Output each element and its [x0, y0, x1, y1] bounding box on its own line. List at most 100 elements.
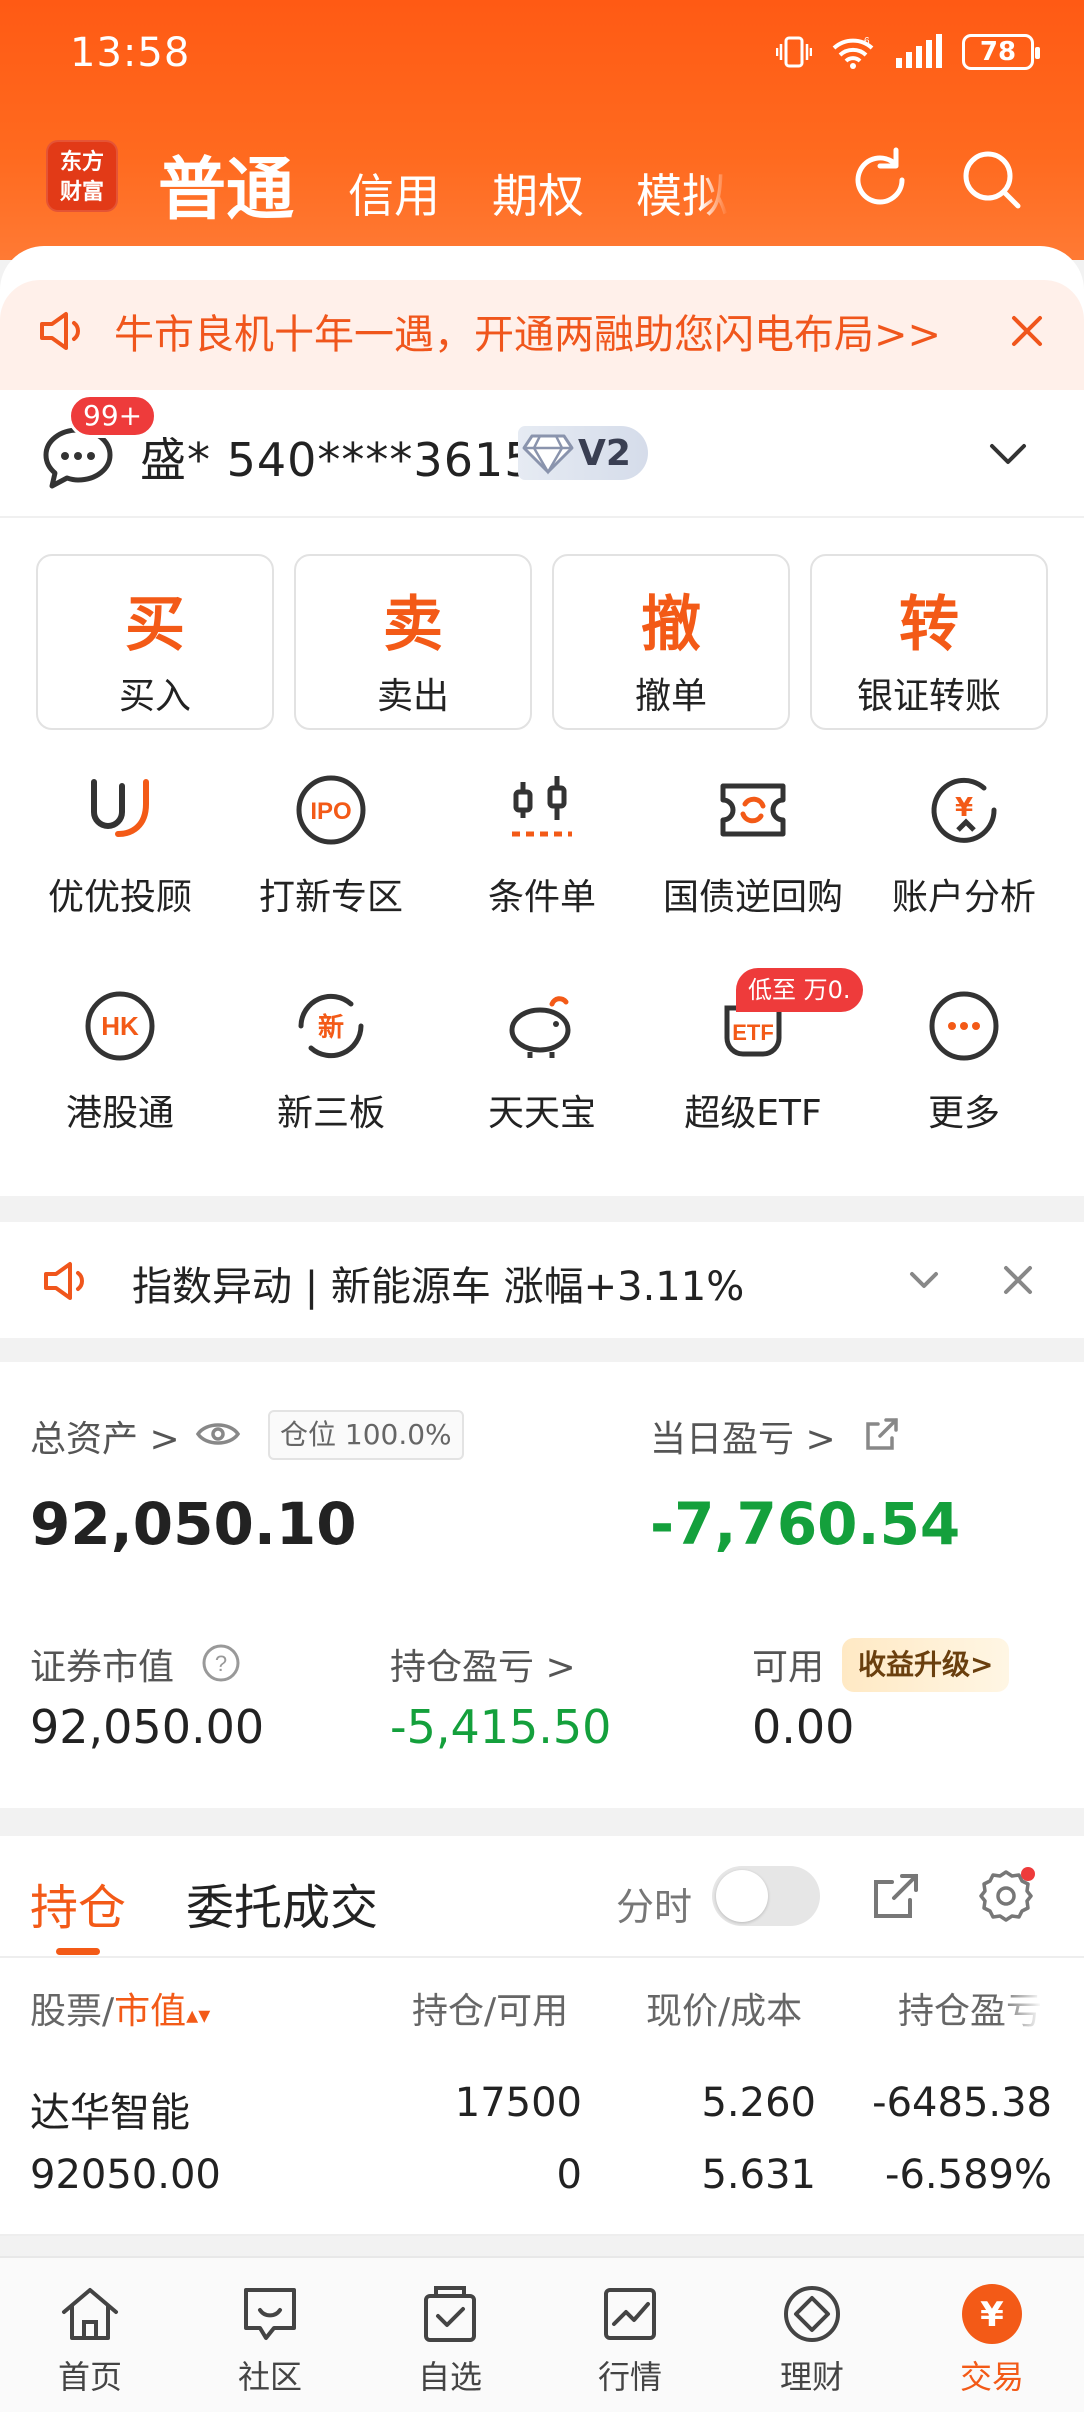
- position-ratio-pill: 仓位 100.0%: [268, 1410, 464, 1460]
- nav-watchlist[interactable]: 自选: [390, 2280, 510, 2398]
- grid-item-piggy-bank[interactable]: 天天宝: [437, 978, 647, 1136]
- intraday-label: 分时: [616, 1885, 693, 1929]
- close-icon[interactable]: [1002, 306, 1052, 356]
- stock-available: 0: [556, 2152, 582, 2198]
- total-assets-label[interactable]: 总资产 >: [30, 1410, 180, 1462]
- close-icon[interactable]: [996, 1258, 1040, 1302]
- available-label: 可用: [752, 1647, 825, 1688]
- app-header: 13:58 6 78 东方 财富 普通 信用 期权 模拟: [0, 0, 1084, 260]
- grid-item-youyou[interactable]: 优优投顾: [15, 762, 225, 920]
- status-time: 13:58: [70, 30, 191, 76]
- index-alert-bar[interactable]: 指数异动 | 新能源车 涨幅+3.11%: [0, 1222, 1084, 1338]
- market-value-label: 证券市值: [30, 1647, 175, 1688]
- speaker-icon: [40, 1254, 94, 1308]
- market-icon: [596, 2280, 664, 2348]
- intraday-toggle[interactable]: [712, 1866, 820, 1926]
- share-icon[interactable]: [868, 1868, 924, 1928]
- gear-icon[interactable]: [976, 1866, 1036, 1930]
- repo-icon: [705, 762, 801, 858]
- divider: [0, 1956, 1084, 1958]
- holdings-section: 持仓 委托成交 分时 股票/市值▴▾ 持仓/可用 现价/成本 持仓盈亏 达华智能…: [0, 1836, 1084, 2236]
- tab-simulated[interactable]: 模拟: [636, 160, 728, 226]
- col-header-stock[interactable]: 股票/市值▴▾: [30, 1982, 210, 2034]
- promo-text[interactable]: 牛市良机十年一遇，开通两融助您闪电布局>>: [114, 302, 941, 360]
- buy-button[interactable]: 买 买入: [36, 554, 274, 730]
- nav-market[interactable]: 行情: [570, 2280, 690, 2398]
- account-type-nav: 东方 财富 普通 信用 期权 模拟: [0, 120, 1084, 240]
- grid-item-ipo[interactable]: IPO 打新专区: [226, 762, 436, 920]
- share-icon[interactable]: [862, 1414, 902, 1458]
- tab-credit[interactable]: 信用: [348, 160, 440, 226]
- alert-text[interactable]: 指数异动 | 新能源车 涨幅+3.11%: [132, 1254, 744, 1312]
- chevron-down-icon[interactable]: [986, 436, 1030, 472]
- more-icon: [916, 978, 1012, 1074]
- wealth-icon: [778, 2280, 846, 2348]
- nav-home[interactable]: 首页: [30, 2280, 150, 2398]
- trade-icon: ¥: [958, 2280, 1026, 2348]
- stock-price: 5.260: [701, 2080, 816, 2126]
- col-header-price: 现价/成本: [646, 1991, 803, 2032]
- status-bar: 13:58 6 78: [0, 0, 1084, 110]
- etf-promo-badge: 低至 万0.: [736, 968, 863, 1012]
- grid-item-repo[interactable]: 国债逆回购: [648, 762, 858, 920]
- grid-item-new-third-board[interactable]: 新 新三板: [226, 978, 436, 1136]
- svg-text:HK: HK: [101, 1011, 139, 1041]
- col-header-qty: 持仓/可用: [412, 1991, 569, 2032]
- asset-summary: 总资产 > 仓位 100.0% 92,050.10 当日盈亏 > -7,760.…: [0, 1362, 1084, 1808]
- holding-pnl-label[interactable]: 持仓盈亏 >: [390, 1638, 576, 1690]
- nav-community[interactable]: 社区: [210, 2280, 330, 2398]
- help-icon[interactable]: ?: [200, 1642, 242, 1688]
- holding-pnl-value: -5,415.50: [390, 1700, 612, 1754]
- search-icon[interactable]: [956, 144, 1028, 216]
- svg-text:¥: ¥: [980, 2295, 1004, 2335]
- stock-market-value: 92050.00: [30, 2152, 221, 2198]
- nav-wealth[interactable]: 理财: [752, 2280, 872, 2398]
- tab-orders-trades[interactable]: 委托成交: [186, 1868, 378, 1938]
- stock-pnl-pct: -6.589%: [885, 2152, 1052, 2198]
- total-assets-value: 92,050.10: [30, 1490, 357, 1558]
- svg-text:6: 6: [864, 36, 870, 47]
- market-value: 92,050.00: [30, 1700, 265, 1754]
- bottom-nav: 首页 社区 自选 行情 理财 ¥ 交易: [0, 2256, 1084, 2412]
- stock-name: 达华智能: [30, 2090, 190, 2136]
- signal-icon: [894, 34, 944, 70]
- grid-item-account-analysis[interactable]: ¥ 账户分析: [859, 762, 1069, 920]
- community-icon: [236, 2280, 304, 2348]
- grid-item-hk[interactable]: HK 港股通: [15, 978, 225, 1136]
- svg-text:新: 新: [318, 1012, 344, 1043]
- refresh-icon[interactable]: [844, 144, 916, 216]
- daily-pnl-label[interactable]: 当日盈亏 >: [650, 1410, 836, 1462]
- yield-upgrade-button[interactable]: 收益升级>: [842, 1638, 1010, 1692]
- stock-pnl: -6485.38: [872, 2080, 1052, 2126]
- sell-button[interactable]: 卖 卖出: [294, 554, 532, 730]
- battery-indicator: 78: [962, 34, 1040, 70]
- app-logo: 东方 财富: [46, 140, 118, 212]
- hk-icon: HK: [72, 978, 168, 1074]
- svg-text:¥: ¥: [955, 793, 973, 823]
- available-value: 0.00: [752, 1700, 855, 1754]
- tab-holdings[interactable]: 持仓: [30, 1868, 126, 1938]
- watchlist-icon: [416, 2280, 484, 2348]
- vip-level-text: V2: [578, 432, 631, 474]
- chevron-down-icon[interactable]: [904, 1260, 944, 1300]
- vibrate-icon: [776, 34, 812, 70]
- new-third-board-icon: 新: [283, 978, 379, 1074]
- cancel-order-button[interactable]: 撤 撤单: [552, 554, 790, 730]
- diamond-icon: [522, 434, 574, 475]
- grid-item-more[interactable]: 更多: [859, 978, 1069, 1136]
- account-row[interactable]: 99+ 盛* 540****3615 V2: [0, 390, 1084, 518]
- col-header-pnl: 持仓盈亏: [898, 1991, 1043, 2032]
- divider: [0, 2234, 1084, 2236]
- promo-banner[interactable]: 牛市良机十年一遇，开通两融助您闪电布局>>: [0, 280, 1084, 390]
- svg-text:?: ?: [215, 1651, 227, 1676]
- nav-trade[interactable]: ¥ 交易: [932, 2280, 1052, 2398]
- tab-normal[interactable]: 普通: [158, 134, 294, 233]
- stock-qty: 17500: [454, 2080, 582, 2126]
- bank-transfer-button[interactable]: 转 银证转账: [810, 554, 1048, 730]
- youyou-icon: [72, 762, 168, 858]
- ipo-icon: IPO: [283, 762, 379, 858]
- vip-level-badge[interactable]: V2: [518, 426, 648, 480]
- tab-options[interactable]: 期权: [492, 160, 584, 226]
- eye-icon[interactable]: [194, 1414, 242, 1458]
- grid-item-condition-order[interactable]: 条件单: [437, 762, 647, 920]
